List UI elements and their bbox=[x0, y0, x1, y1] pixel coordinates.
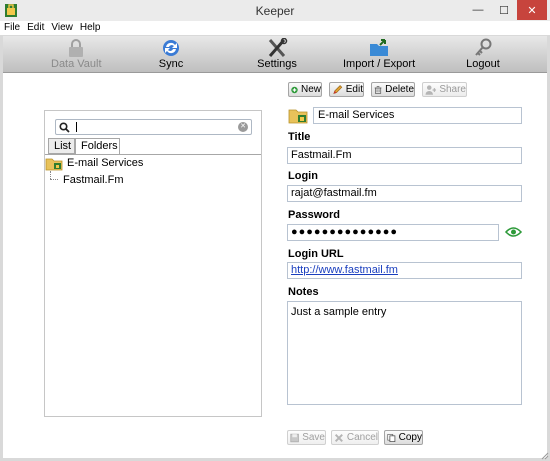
tools-icon bbox=[268, 38, 288, 57]
save-label: Save bbox=[302, 432, 325, 443]
share-button[interactable]: Share bbox=[422, 82, 467, 97]
edit-button[interactable]: Edit bbox=[329, 82, 364, 97]
floppy-disk-icon bbox=[290, 433, 299, 442]
delete-label: Delete bbox=[385, 84, 414, 95]
login-url-label: Login URL bbox=[288, 248, 344, 260]
new-label: New bbox=[300, 84, 321, 95]
save-button[interactable]: Save bbox=[287, 430, 326, 445]
title-label: Title bbox=[288, 131, 311, 143]
tab-folders[interactable]: Folders bbox=[75, 138, 120, 155]
tree-folder-label: E-mail Services bbox=[67, 157, 144, 169]
menu-edit[interactable]: Edit bbox=[27, 21, 44, 35]
logout-label: Logout bbox=[466, 58, 500, 70]
pencil-icon bbox=[333, 84, 343, 94]
vault-lock-icon bbox=[69, 39, 83, 57]
menu-bar: File Edit View Help bbox=[0, 21, 550, 35]
logout-button[interactable]: Logout bbox=[465, 36, 501, 73]
copy-label: Copy bbox=[398, 432, 422, 443]
tree-connector bbox=[50, 171, 51, 179]
password-input[interactable]: ●●●●●●●●●●●●●● bbox=[287, 224, 499, 241]
tab-divider bbox=[45, 154, 261, 155]
data-vault-button[interactable]: Data Vault bbox=[51, 36, 102, 73]
cancel-x-icon bbox=[334, 433, 343, 442]
share-label: Share bbox=[439, 84, 466, 95]
search-input[interactable] bbox=[74, 121, 234, 133]
menu-view[interactable]: View bbox=[51, 21, 73, 35]
menu-help[interactable]: Help bbox=[80, 21, 101, 35]
settings-button[interactable]: Settings bbox=[255, 36, 299, 73]
clear-search-icon[interactable]: ✕ bbox=[238, 122, 248, 132]
title-bar: Keeper — ☐ ✕ bbox=[0, 0, 550, 21]
minimize-button[interactable]: — bbox=[465, 0, 491, 20]
trash-icon bbox=[374, 85, 382, 94]
import-export-label: Import / Export bbox=[343, 58, 416, 70]
text-caret bbox=[76, 122, 77, 132]
cancel-button[interactable]: Cancel bbox=[331, 430, 379, 445]
password-label: Password bbox=[288, 209, 340, 221]
login-url-link[interactable]: http://www.fastmail.fm bbox=[291, 264, 398, 276]
show-password-eye-icon[interactable] bbox=[505, 226, 522, 238]
sync-label: Sync bbox=[158, 58, 184, 70]
cancel-label: Cancel bbox=[346, 432, 378, 443]
add-user-icon bbox=[425, 84, 437, 95]
settings-label: Settings bbox=[257, 58, 297, 70]
shared-folder-icon bbox=[45, 158, 63, 171]
notes-textarea[interactable]: Just a sample entry bbox=[287, 301, 522, 405]
sync-button[interactable]: Sync bbox=[153, 36, 189, 73]
close-button[interactable]: ✕ bbox=[517, 0, 547, 20]
resize-grip-icon[interactable] bbox=[539, 450, 549, 460]
tab-list[interactable]: List bbox=[48, 138, 75, 154]
main-toolbar: Data Vault Sync Settings Import / Export… bbox=[3, 36, 547, 73]
tree-connector bbox=[50, 179, 58, 180]
shared-folder-icon bbox=[288, 109, 308, 124]
maximize-button[interactable]: ☐ bbox=[491, 0, 517, 20]
menu-file[interactable]: File bbox=[4, 21, 20, 35]
data-vault-label: Data Vault bbox=[51, 58, 102, 70]
import-export-button[interactable]: Import / Export bbox=[343, 36, 415, 73]
login-input[interactable]: rajat@fastmail.fm bbox=[287, 185, 522, 202]
folder-field[interactable]: E-mail Services bbox=[313, 107, 522, 124]
tree-record-item[interactable]: Fastmail.Fm bbox=[63, 174, 124, 186]
search-box[interactable]: ✕ bbox=[55, 119, 252, 135]
notes-label: Notes bbox=[288, 286, 319, 298]
edit-label: Edit bbox=[345, 84, 363, 95]
login-label: Login bbox=[288, 170, 318, 182]
copy-button[interactable]: Copy bbox=[384, 430, 423, 445]
sync-icon bbox=[163, 40, 179, 56]
copy-icon bbox=[387, 433, 396, 442]
login-url-input[interactable]: http://www.fastmail.fm bbox=[287, 262, 522, 279]
new-button[interactable]: New bbox=[288, 82, 322, 97]
delete-button[interactable]: Delete bbox=[371, 82, 415, 97]
key-icon bbox=[475, 38, 492, 56]
title-input[interactable]: Fastmail.Fm bbox=[287, 147, 522, 164]
record-browser-panel: ✕ List Folders E-mail Services Fastmail.… bbox=[44, 110, 262, 417]
plus-icon bbox=[291, 86, 298, 93]
folder-arrow-icon bbox=[370, 39, 388, 56]
search-icon bbox=[59, 122, 70, 133]
